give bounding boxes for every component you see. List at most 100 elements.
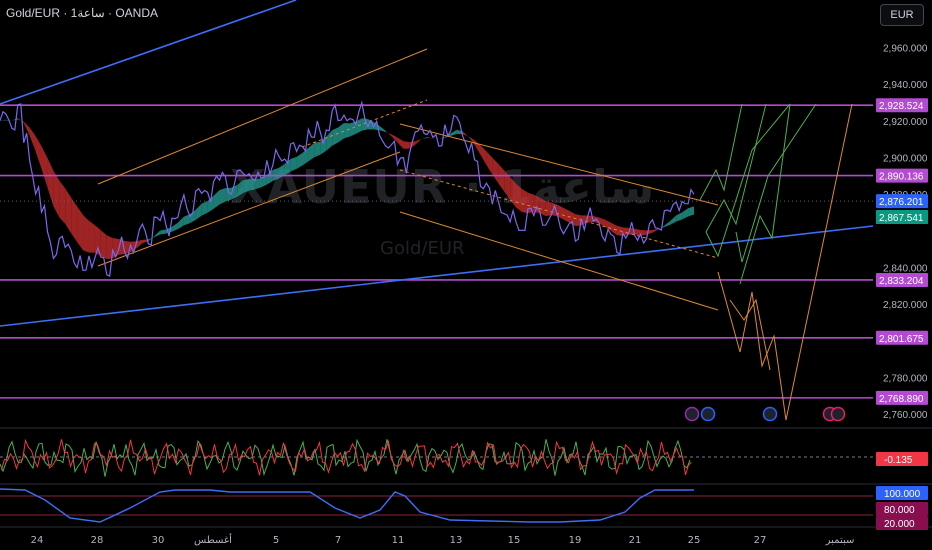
- y-tick-label: 2,840.000: [883, 264, 928, 275]
- ribbon-segment: [338, 122, 345, 143]
- ribbon-segment: [59, 180, 66, 224]
- event-icons: [684, 406, 846, 422]
- down-channel-bottom: [399, 211, 719, 311]
- ribbon-segment: [290, 156, 297, 172]
- y-tick-label: 2,960.000: [883, 44, 928, 55]
- rsi-pane: 100.000 80.000 20.000: [0, 486, 928, 530]
- currency-button[interactable]: EUR: [880, 4, 924, 26]
- ribbon-segment: [379, 125, 386, 132]
- ribbon-segment: [154, 230, 161, 238]
- y-tick-label: 2,780.000: [883, 374, 928, 385]
- ribbon-segment: [195, 203, 202, 220]
- ribbon-segment: [326, 130, 333, 151]
- ribbon-segment: [545, 201, 552, 217]
- x-tick-label: أغسطس: [194, 533, 232, 546]
- ribbon-segment: [634, 228, 641, 236]
- x-tick-label: 15: [508, 535, 521, 546]
- event-icon: [830, 406, 846, 422]
- x-tick-label: 24: [31, 535, 44, 546]
- axes: 2,960.0002,940.0002,920.0002,900.0002,88…: [31, 44, 928, 546]
- ribbon-segment: [676, 212, 683, 222]
- ribbon-segment: [88, 220, 95, 253]
- ribbon-segment: [83, 215, 89, 253]
- projection-path-green: [699, 103, 743, 201]
- ribbon-segment: [462, 131, 469, 137]
- ribbon-segment: [11, 118, 18, 121]
- x-tick-label: 30: [152, 535, 165, 546]
- ribbon-segment: [652, 228, 659, 233]
- chart-svg[interactable]: -0.135 100.000 80.000 20.000 2,960.000 2,94…: [0, 0, 932, 550]
- ribbon-segment: [427, 137, 434, 139]
- projection-paths: [699, 103, 853, 421]
- ribbon-segment: [213, 190, 220, 209]
- projection-path-green: [705, 103, 791, 258]
- ribbon-segment: [41, 146, 48, 188]
- x-tick-label: 28: [91, 535, 104, 546]
- x-tick-label: 7: [335, 535, 341, 546]
- event-icon: [700, 406, 716, 422]
- ribbon-segment: [314, 141, 321, 158]
- ribbon-segment: [296, 152, 303, 169]
- y-tick-label: 2,900.000: [883, 154, 928, 165]
- grid: [0, 427, 932, 528]
- ribbon-segment: [480, 145, 487, 165]
- ribbon-segment: [172, 222, 178, 232]
- ribbon-segment: [255, 178, 261, 190]
- ribbon-segment: [77, 206, 84, 251]
- ribbon-segment: [486, 151, 493, 175]
- ribbon-segment: [527, 192, 534, 214]
- rsi-line: [0, 488, 694, 523]
- ribbon-segment: [278, 163, 285, 179]
- ribbon-segment: [65, 188, 72, 234]
- ribbon-segment: [219, 188, 226, 205]
- ribbon-segment: [243, 178, 250, 193]
- ribbon-segment: [71, 197, 78, 242]
- ribbon-segment: [670, 215, 677, 225]
- ribbon-segment: [344, 122, 350, 139]
- mid-channel-dashed: [301, 99, 428, 148]
- event-icon: [684, 406, 700, 422]
- ribbon-segment: [17, 118, 24, 124]
- chart-root[interactable]: XAUEUR · 1ساعة Gold/EUR -0.135 100.000 80…: [0, 0, 932, 550]
- x-tick-label: 11: [392, 535, 405, 546]
- x-tick-label: 25: [688, 535, 701, 546]
- y-tick-label: 2,940.000: [883, 80, 928, 91]
- ribbon-segment: [474, 140, 481, 155]
- up-channel-top: [97, 48, 428, 185]
- y-tick-label: 2,820.000: [883, 300, 928, 311]
- oscillator-label-text: -0.135: [884, 455, 913, 466]
- rsi-label-text: 100.000: [884, 489, 921, 500]
- y-tick-label: 2,920.000: [883, 117, 928, 128]
- price-label-text: 2,867.541: [879, 213, 924, 224]
- y-tick-label: 2,760.000: [883, 410, 928, 421]
- ribbon-segment: [35, 135, 42, 169]
- symbol-title: Gold/EUR · 1ساعة · OANDA: [6, 6, 159, 20]
- ma-ribbon: [0, 118, 694, 260]
- ribbon-segment: [94, 225, 101, 256]
- ribbon-segment: [53, 170, 60, 218]
- rsi-label-text: 80.000: [884, 505, 915, 516]
- ribbon-segment: [516, 183, 522, 213]
- ribbon-segment: [498, 163, 505, 192]
- ribbon-segment: [201, 200, 208, 216]
- price-label-text: 2,876.201: [879, 197, 924, 208]
- x-tick-label: 19: [569, 535, 582, 546]
- ribbon-segment: [403, 141, 410, 149]
- ribbon-segment: [332, 127, 339, 146]
- ribbon-segment: [385, 130, 392, 137]
- ribbon-segment: [160, 229, 167, 235]
- ribbon-segment: [237, 180, 244, 197]
- ribbon-segment: [450, 129, 457, 137]
- projection-path-orange: [729, 298, 771, 371]
- ribbon-segment: [682, 208, 689, 220]
- projection-path-green: [739, 103, 791, 285]
- price-label-text: 2,801.675: [879, 334, 924, 345]
- up-channel-bottom: [97, 151, 401, 267]
- price-label-text: 2,928.524: [879, 101, 924, 112]
- x-tick-label: 21: [629, 535, 642, 546]
- ribbon-segment: [664, 220, 671, 228]
- ribbon-segment: [308, 142, 315, 162]
- ribbon-segment: [29, 127, 36, 152]
- x-tick-label: سبتمبر: [825, 535, 855, 546]
- x-tick-label: 13: [450, 535, 463, 546]
